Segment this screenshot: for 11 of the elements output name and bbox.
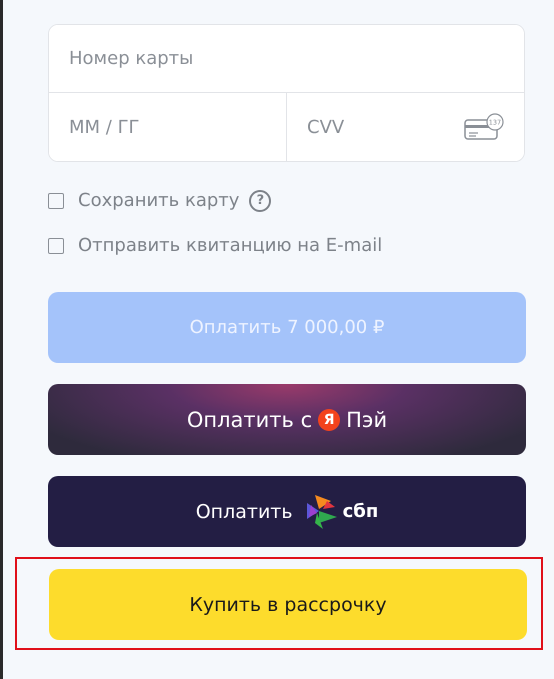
help-icon[interactable]: ? — [249, 190, 272, 212]
sbp-pay-button[interactable]: Оплатить сбп — [48, 476, 526, 547]
option-label[interactable]: Отправить квитанцию на E-mail — [78, 235, 382, 256]
checkbox[interactable] — [48, 192, 64, 208]
yandex-pay-button[interactable]: Оплатить с Я Пэй — [48, 384, 526, 455]
card-number-field[interactable]: Номер карты — [49, 25, 524, 93]
option-label[interactable]: Сохранить карту — [78, 190, 240, 211]
checkbox[interactable] — [48, 238, 64, 254]
expiry-field[interactable]: ММ / ГГ — [49, 93, 287, 161]
installment-button[interactable]: Купить в рассрочку — [49, 569, 527, 640]
sbp-logo — [304, 492, 339, 530]
